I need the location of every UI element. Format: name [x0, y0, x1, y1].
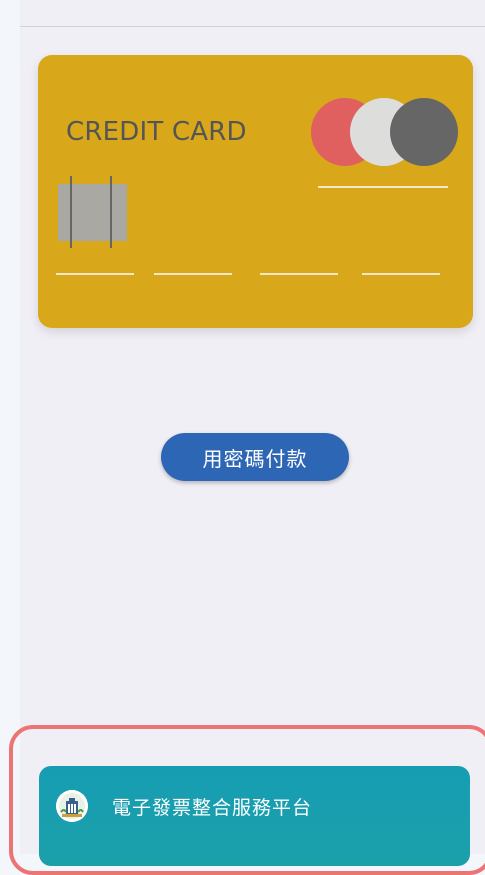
chip-line	[70, 176, 72, 248]
einvoice-platform-logo-icon	[56, 790, 88, 822]
einvoice-platform-title: 電子發票整合服務平台	[112, 797, 313, 819]
card-title: CREDIT CARD	[66, 117, 247, 147]
card-logo-circle-right	[390, 98, 458, 166]
einvoice-platform-banner[interactable]: 電子發票整合服務平台	[39, 766, 470, 866]
credit-card-illustration: CREDIT CARD	[38, 55, 473, 328]
top-divider	[20, 26, 485, 27]
card-number-line	[260, 273, 338, 275]
card-number-line	[56, 273, 134, 275]
card-number-line	[154, 273, 232, 275]
chip-line	[110, 176, 112, 248]
card-number-line	[362, 273, 440, 275]
card-chip	[58, 176, 127, 248]
card-logo-underline	[318, 186, 448, 188]
pay-with-password-button[interactable]: 用密碼付款	[161, 433, 349, 481]
